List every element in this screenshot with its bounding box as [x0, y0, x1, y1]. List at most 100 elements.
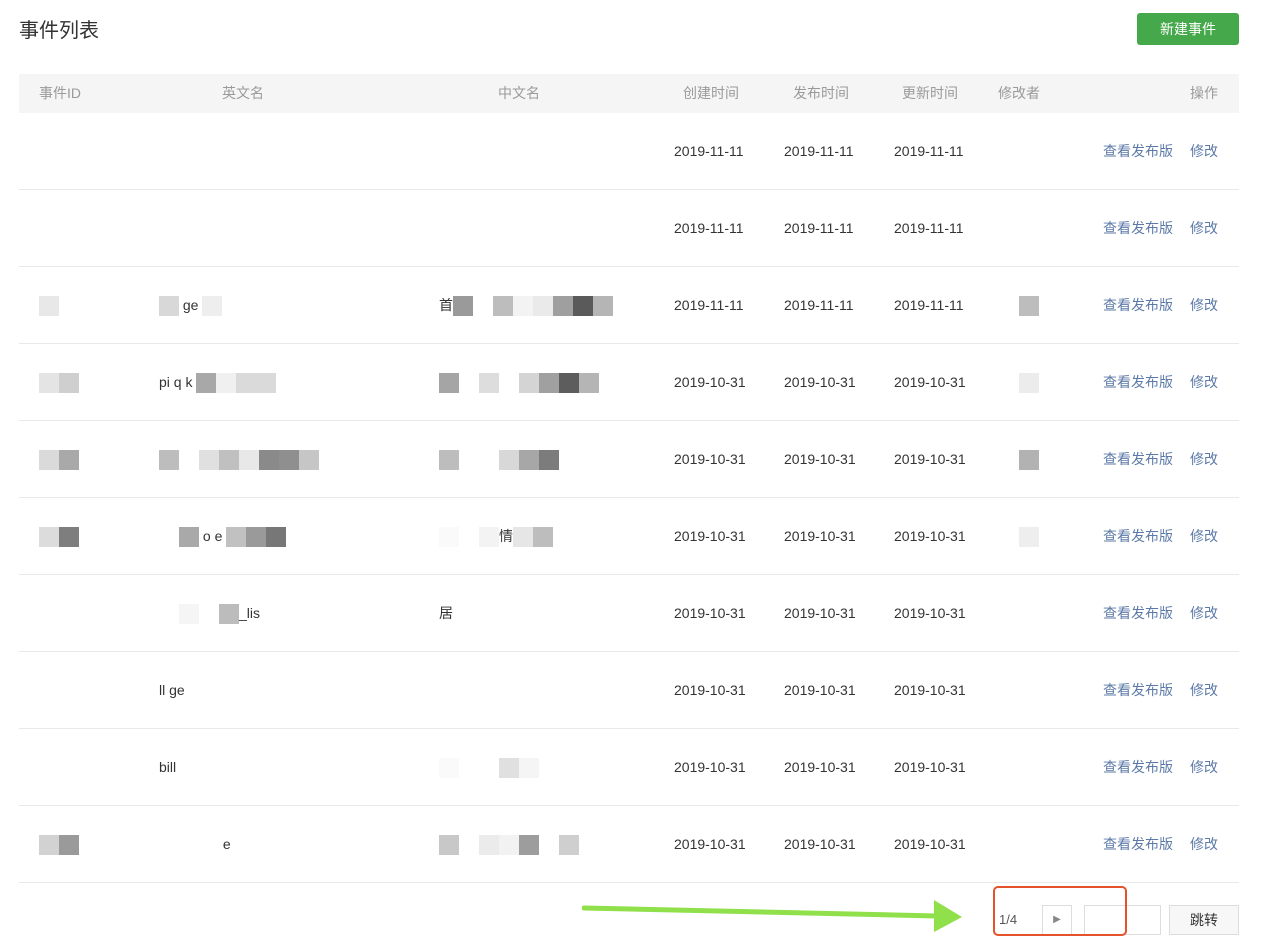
cell-published: 2019-10-31 — [784, 836, 856, 852]
cell-modifier-redacted — [999, 421, 1039, 498]
table-row: bill 2019-10-31 2019-10-31 2019-10-31 查看… — [19, 729, 1239, 806]
cell-created: 2019-10-31 — [674, 605, 746, 621]
jump-button[interactable]: 跳转 — [1169, 905, 1239, 935]
event-table: 事件ID 英文名 中文名 创建时间 发布时间 更新时间 修改者 操作 2019-… — [19, 74, 1239, 883]
cell-en: pi q k — [159, 344, 409, 421]
header-cn: 中文名 — [498, 85, 540, 101]
header-created: 创建时间 — [683, 85, 739, 101]
cell-published: 2019-11-11 — [784, 297, 854, 313]
cell-cn-redacted — [439, 421, 619, 498]
cell-updated: 2019-10-31 — [894, 605, 966, 621]
edit-link[interactable]: 修改 — [1190, 113, 1218, 190]
cell-published: 2019-10-31 — [784, 682, 856, 698]
view-published-link[interactable]: 查看发布版 — [1103, 729, 1173, 806]
view-published-link[interactable]: 查看发布版 — [1103, 344, 1173, 421]
header-updated: 更新时间 — [902, 85, 958, 101]
redaction-mosaic — [39, 296, 59, 317]
edit-link[interactable]: 修改 — [1190, 421, 1218, 498]
view-published-link[interactable]: 查看发布版 — [1103, 575, 1173, 652]
cell-en: o e — [159, 498, 409, 575]
redaction-mosaic — [439, 758, 539, 779]
view-published-link[interactable]: 查看发布版 — [1103, 652, 1173, 729]
cell-published: 2019-10-31 — [784, 605, 856, 621]
edit-link[interactable]: 修改 — [1190, 575, 1218, 652]
cell-created: 2019-10-31 — [674, 759, 746, 775]
redaction-mosaic — [159, 835, 219, 856]
arrow-head — [934, 900, 962, 932]
cell-en — [159, 190, 409, 267]
cell-updated: 2019-11-11 — [894, 297, 964, 313]
cell-en-text: _lis — [239, 605, 261, 621]
cell-id-redacted — [39, 421, 79, 498]
table-row: pi q k 2019-10-31 2019-10-31 2019-10-31 … — [19, 344, 1239, 421]
cell-cn-text: 首 — [439, 297, 453, 313]
cell-cn-redacted — [439, 729, 619, 806]
table-row: e 2019-10-31 2019-10-31 2019-10-31 查看发布版… — [19, 806, 1239, 883]
edit-link[interactable]: 修改 — [1190, 344, 1218, 421]
cell-cn: 情 — [439, 498, 619, 575]
redaction-mosaic — [196, 373, 277, 394]
redaction-mosaic — [453, 296, 613, 317]
annotation-highlight-box — [993, 886, 1127, 936]
cell-updated: 2019-10-31 — [894, 374, 966, 390]
redaction-mosaic — [999, 450, 1039, 471]
cell-id-redacted — [39, 267, 59, 344]
view-published-link[interactable]: 查看发布版 — [1103, 113, 1173, 190]
redaction-mosaic — [439, 527, 499, 548]
view-published-link[interactable]: 查看发布版 — [1103, 267, 1173, 344]
view-published-link[interactable]: 查看发布版 — [1103, 421, 1173, 498]
header-ops: 操作 — [1190, 85, 1218, 101]
cell-modifier-redacted — [999, 267, 1039, 344]
redaction-mosaic — [39, 835, 79, 856]
header-modifier: 修改者 — [998, 85, 1040, 101]
cell-updated: 2019-11-11 — [894, 220, 964, 236]
table-row: _lis 居 2019-10-31 2019-10-31 2019-10-31 … — [19, 575, 1239, 652]
view-published-link[interactable]: 查看发布版 — [1103, 190, 1173, 267]
cell-cn-text: 情 — [499, 528, 513, 544]
edit-link[interactable]: 修改 — [1190, 729, 1218, 806]
cell-updated: 2019-10-31 — [894, 836, 966, 852]
edit-link[interactable]: 修改 — [1190, 652, 1218, 729]
edit-link[interactable]: 修改 — [1190, 806, 1218, 883]
cell-en: _lis — [159, 575, 409, 652]
cell-cn — [439, 190, 619, 267]
redaction-mosaic — [439, 835, 579, 856]
redaction-mosaic — [39, 527, 79, 548]
page-title: 事件列表 — [19, 20, 99, 42]
redaction-mosaic — [202, 296, 223, 317]
cell-modifier-redacted — [999, 344, 1039, 421]
cell-published: 2019-10-31 — [784, 759, 856, 775]
cell-created: 2019-10-31 — [674, 836, 746, 852]
edit-link[interactable]: 修改 — [1190, 190, 1218, 267]
redaction-mosaic — [999, 527, 1039, 548]
redaction-mosaic — [439, 450, 559, 471]
redaction-mosaic — [999, 296, 1039, 317]
cell-published: 2019-10-31 — [784, 451, 856, 467]
cell-id-redacted — [39, 344, 79, 421]
view-published-link[interactable]: 查看发布版 — [1103, 806, 1173, 883]
cell-updated: 2019-10-31 — [894, 528, 966, 544]
view-published-link[interactable]: 查看发布版 — [1103, 498, 1173, 575]
cell-created: 2019-10-31 — [674, 528, 746, 544]
cell-en: bill — [159, 759, 177, 775]
cell-en-text: o e — [202, 528, 223, 544]
table-row: 2019-10-31 2019-10-31 2019-10-31 查看发布版 修… — [19, 421, 1239, 498]
cell-cn — [439, 344, 619, 421]
cell-id-redacted — [39, 806, 79, 883]
cell-en: ll ge — [159, 682, 185, 698]
cell-updated: 2019-10-31 — [894, 682, 966, 698]
table-row: 2019-11-11 2019-11-11 2019-11-11 查看发布版 修… — [19, 190, 1239, 267]
redaction-mosaic — [159, 296, 179, 317]
cell-created: 2019-11-11 — [674, 220, 744, 236]
redaction-mosaic — [159, 527, 199, 548]
cell-cn — [439, 113, 619, 190]
table-header: 事件ID 英文名 中文名 创建时间 发布时间 更新时间 修改者 操作 — [19, 74, 1239, 113]
cell-created: 2019-11-11 — [674, 143, 744, 159]
new-event-button[interactable]: 新建事件 — [1137, 13, 1239, 45]
edit-link[interactable]: 修改 — [1190, 498, 1218, 575]
edit-link[interactable]: 修改 — [1190, 267, 1218, 344]
cell-updated: 2019-10-31 — [894, 451, 966, 467]
cell-created: 2019-10-31 — [674, 451, 746, 467]
cell-cn — [439, 652, 619, 729]
table-row: o e 情 2019-10-31 2019-10-31 2019-10-31 查… — [19, 498, 1239, 575]
